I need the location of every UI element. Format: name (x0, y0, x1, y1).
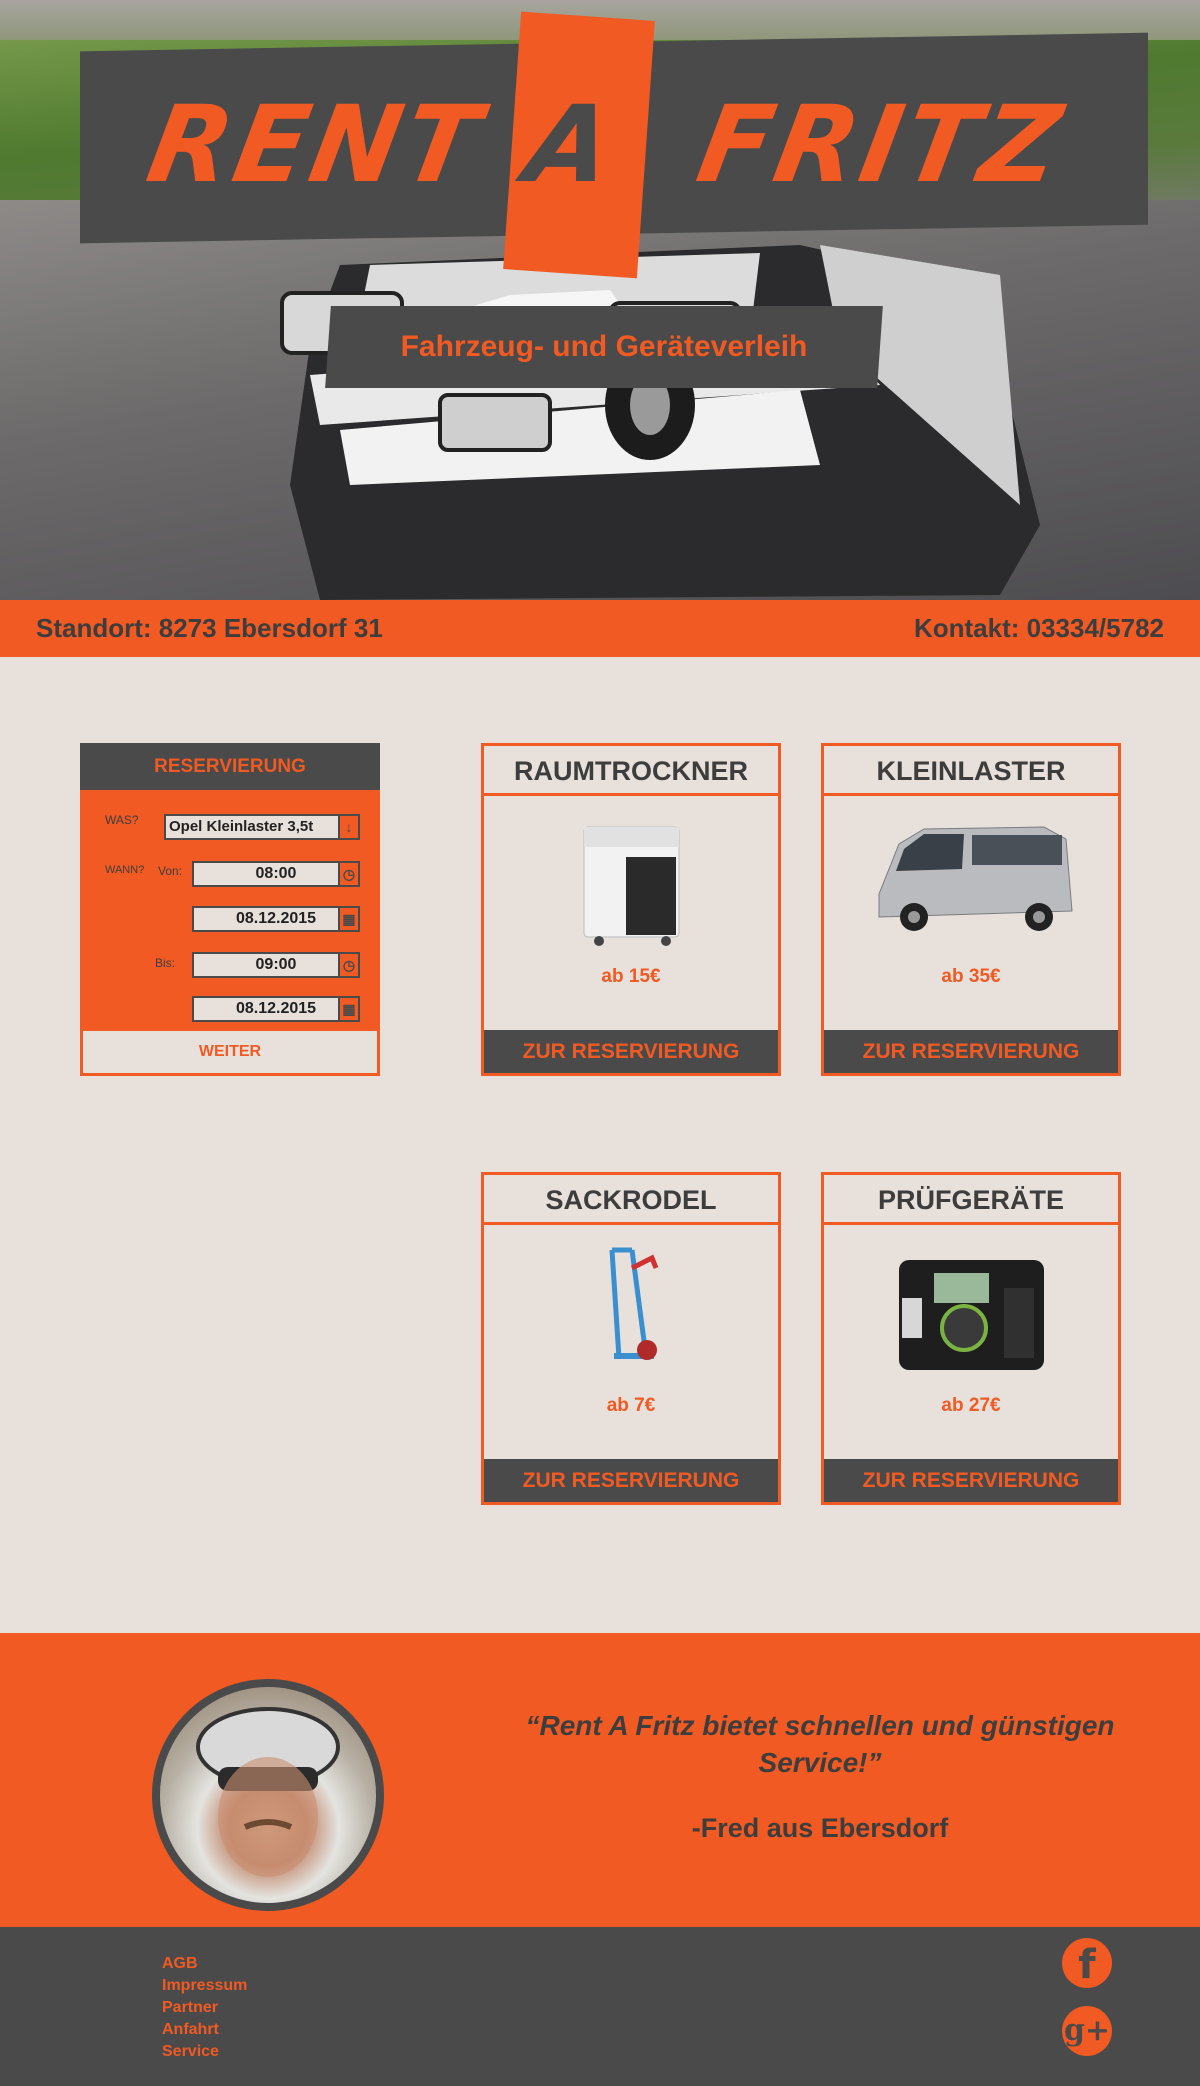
clock-icon: ◷ (338, 954, 358, 976)
vehicle-select-value: Opel Kleinlaster 3,5t (169, 818, 314, 835)
to-date-field[interactable]: 08.12.2015 ▦ (192, 996, 360, 1022)
dehumidifier-image (583, 826, 680, 946)
what-label: WAS? (105, 813, 139, 827)
footer-link-service[interactable]: Service (162, 2041, 247, 2063)
facebook-icon[interactable]: f (1062, 1938, 1112, 1988)
testimonial-section: “Rent A Fritz bietet schnellen und günst… (0, 1633, 1200, 1927)
logo-rent-text: RENT (139, 83, 492, 206)
from-label: Von: (158, 864, 183, 878)
product-card-pruefgeraete: PRÜFGERÄTE ab 27€ ZUR RESERVIERUNG (821, 1172, 1121, 1505)
testimonial-quote: “Rent A Fritz bietet schnellen und günst… (525, 1710, 1115, 1778)
product-price: ab 35€ (941, 966, 1001, 987)
calendar-icon: ▦ (338, 908, 358, 930)
tester-image (899, 1260, 1044, 1370)
to-label: Bis: (155, 956, 176, 970)
product-card-sackrodel: SACKRODEL ab 7€ ZUR RESERVIERUNG (481, 1172, 781, 1505)
hand-truck-image (609, 1247, 659, 1360)
from-date-field[interactable]: 08.12.2015 ▦ (192, 906, 360, 932)
reserve-button[interactable]: ZUR RESERVIERUNG (484, 1459, 778, 1502)
googleplus-icon[interactable]: g+ (1062, 2006, 1112, 2056)
product-title: SACKRODEL (484, 1175, 778, 1225)
reserve-button[interactable]: ZUR RESERVIERUNG (824, 1459, 1118, 1502)
reserve-button[interactable]: ZUR RESERVIERUNG (484, 1030, 778, 1073)
from-date-value: 08.12.2015 (235, 910, 317, 927)
to-time-field[interactable]: 09:00 ◷ (192, 952, 360, 978)
reserve-button[interactable]: ZUR RESERVIERUNG (824, 1030, 1118, 1073)
footer-link-partner[interactable]: Partner (162, 1997, 247, 2019)
when-label: WANN? (105, 864, 145, 876)
product-price: ab 27€ (941, 1395, 1001, 1416)
product-title: KLEINLASTER (824, 746, 1118, 796)
footer-link-anfahrt[interactable]: Anfahrt (162, 2019, 247, 2041)
arrow-down-icon: ↓ (338, 816, 358, 838)
logo-fritz-text: FRITZ (689, 83, 1074, 206)
product-card-raumtrockner: RAUMTROCKNER ab 15€ ZUR RESERVIERUNG (481, 743, 781, 1076)
info-bar: Standort: 8273 Ebersdorf 31 Kontakt: 033… (0, 600, 1200, 657)
footer: AGB Impressum Partner Anfahrt Service (0, 1927, 1200, 2086)
continue-button[interactable]: WEITER (83, 1031, 377, 1073)
van-image (878, 826, 1073, 931)
product-price: ab 7€ (606, 1395, 656, 1416)
location-text: Standort: 8273 Ebersdorf 31 (36, 613, 383, 643)
product-title: RAUMTROCKNER (484, 746, 778, 796)
hero-banner: RENT A FRITZ Fahrzeug- und Geräteverleih (0, 0, 1200, 600)
avatar (152, 1679, 384, 1911)
tagline: Fahrzeug- und Geräteverleih (400, 330, 808, 363)
from-time-value: 08:00 (255, 865, 297, 882)
avatar-photo (160, 1687, 376, 1903)
reservation-title: RESERVIERUNG (80, 743, 380, 790)
footer-link-impressum[interactable]: Impressum (162, 1975, 247, 1997)
vehicle-select[interactable]: Opel Kleinlaster 3,5t ↓ (164, 814, 360, 840)
footer-links: AGB Impressum Partner Anfahrt Service (162, 1953, 247, 2063)
calendar-icon: ▦ (338, 998, 358, 1020)
reservation-form: RESERVIERUNG WAS? Opel Kleinlaster 3,5t … (80, 743, 380, 1076)
contact-text: Kontakt: 03334/5782 (913, 613, 1164, 643)
product-card-kleinlaster: KLEINLASTER ab 35€ ZUR RESERVIERUNG (821, 743, 1121, 1076)
from-time-field[interactable]: 08:00 ◷ (192, 861, 360, 887)
footer-link-agb[interactable]: AGB (162, 1953, 247, 1975)
clock-icon: ◷ (338, 863, 358, 885)
testimonial-author: -Fred aus Ebersdorf (691, 1813, 949, 1843)
to-date-value: 08.12.2015 (235, 1000, 317, 1017)
to-time-value: 09:00 (255, 956, 297, 973)
product-price: ab 15€ (601, 966, 661, 987)
hero-van-image (280, 245, 1040, 600)
product-title: PRÜFGERÄTE (824, 1175, 1118, 1225)
